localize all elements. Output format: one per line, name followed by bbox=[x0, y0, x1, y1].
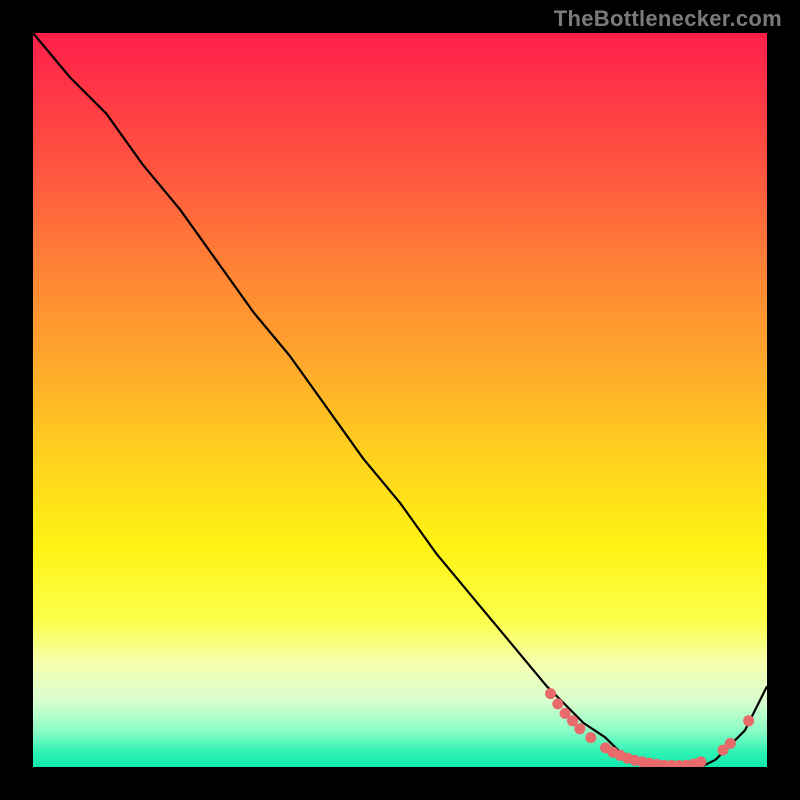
watermark-text: TheBottlenecker.com bbox=[554, 6, 782, 32]
marker-dot bbox=[725, 738, 736, 749]
chart-svg bbox=[33, 33, 767, 767]
marker-dot bbox=[695, 756, 706, 767]
marker-dot bbox=[743, 715, 754, 726]
marker-group bbox=[545, 688, 754, 767]
marker-dot bbox=[574, 723, 585, 734]
bottleneck-curve bbox=[33, 33, 767, 767]
plot-area bbox=[33, 33, 767, 767]
marker-dot bbox=[552, 698, 563, 709]
marker-dot bbox=[585, 732, 596, 743]
marker-dot bbox=[545, 688, 556, 699]
outer-frame: TheBottlenecker.com bbox=[0, 0, 800, 800]
